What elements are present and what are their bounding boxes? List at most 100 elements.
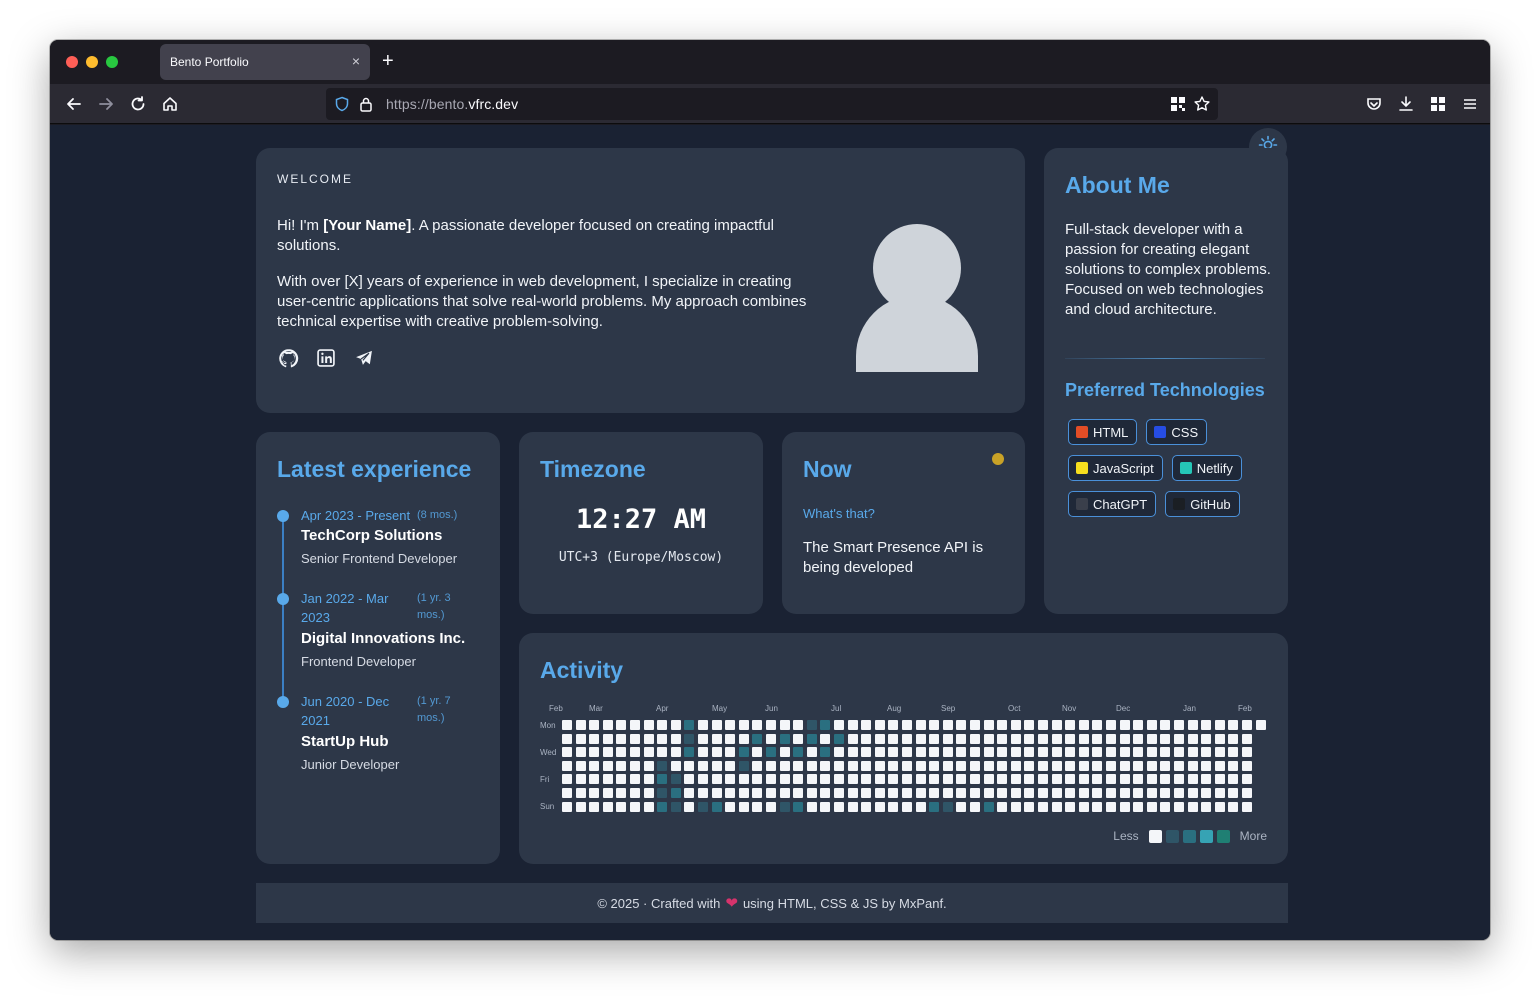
- activity-cell[interactable]: [1160, 733, 1171, 744]
- activity-cell[interactable]: [1051, 747, 1062, 758]
- activity-cell[interactable]: [874, 788, 885, 798]
- activity-cell[interactable]: [820, 788, 831, 798]
- activity-cell[interactable]: [1214, 788, 1225, 798]
- activity-cell[interactable]: [602, 760, 613, 771]
- activity-cell[interactable]: [670, 747, 681, 758]
- activity-cell[interactable]: [997, 720, 1008, 730]
- activity-cell[interactable]: [861, 774, 872, 785]
- activity-cell[interactable]: [874, 733, 885, 744]
- activity-cell[interactable]: [793, 747, 804, 758]
- activity-cell[interactable]: [1133, 733, 1144, 744]
- activity-cell[interactable]: [1051, 774, 1062, 785]
- activity-cell[interactable]: [820, 774, 831, 785]
- activity-cell[interactable]: [983, 801, 994, 812]
- activity-cell[interactable]: [725, 747, 736, 758]
- maximize-window-button[interactable]: [106, 56, 118, 68]
- activity-cell[interactable]: [1228, 788, 1239, 798]
- browser-tab[interactable]: Bento Portfolio ×: [160, 44, 370, 80]
- activity-cell[interactable]: [847, 760, 858, 771]
- activity-cell[interactable]: [929, 747, 940, 758]
- activity-cell[interactable]: [1214, 733, 1225, 744]
- activity-cell[interactable]: [1214, 747, 1225, 758]
- activity-cell[interactable]: [643, 747, 654, 758]
- activity-cell[interactable]: [847, 788, 858, 798]
- activity-cell[interactable]: [725, 801, 736, 812]
- activity-cell[interactable]: [1201, 733, 1212, 744]
- activity-cell[interactable]: [929, 760, 940, 771]
- activity-cell[interactable]: [698, 733, 708, 744]
- activity-cell[interactable]: [1133, 774, 1144, 785]
- activity-cell[interactable]: [630, 720, 640, 730]
- activity-cell[interactable]: [1092, 788, 1103, 798]
- activity-cell[interactable]: [806, 788, 817, 798]
- activity-cell[interactable]: [1051, 760, 1062, 771]
- activity-cell[interactable]: [915, 747, 926, 758]
- activity-cell[interactable]: [589, 760, 600, 771]
- activity-cell[interactable]: [1106, 788, 1116, 798]
- activity-cell[interactable]: [997, 760, 1008, 771]
- activity-cell[interactable]: [684, 733, 695, 744]
- activity-cell[interactable]: [1024, 774, 1035, 785]
- activity-cell[interactable]: [902, 788, 912, 798]
- activity-cell[interactable]: [1187, 760, 1198, 771]
- activity-cell[interactable]: [589, 720, 600, 730]
- activity-cell[interactable]: [847, 747, 858, 758]
- activity-cell[interactable]: [779, 720, 790, 730]
- activity-cell[interactable]: [711, 747, 722, 758]
- activity-cell[interactable]: [1214, 760, 1225, 771]
- activity-cell[interactable]: [1010, 788, 1021, 798]
- activity-cell[interactable]: [888, 788, 899, 798]
- activity-cell[interactable]: [616, 760, 627, 771]
- activity-cell[interactable]: [738, 774, 749, 785]
- activity-cell[interactable]: [616, 720, 627, 730]
- activity-cell[interactable]: [1228, 720, 1239, 730]
- activity-cell[interactable]: [616, 774, 627, 785]
- activity-cell[interactable]: [915, 720, 926, 730]
- activity-cell[interactable]: [820, 747, 831, 758]
- activity-cell[interactable]: [643, 760, 654, 771]
- activity-cell[interactable]: [589, 801, 600, 812]
- activity-cell[interactable]: [779, 760, 790, 771]
- activity-cell[interactable]: [684, 801, 695, 812]
- activity-cell[interactable]: [711, 801, 722, 812]
- activity-cell[interactable]: [766, 720, 776, 730]
- activity-cell[interactable]: [1092, 774, 1103, 785]
- activity-cell[interactable]: [983, 733, 994, 744]
- activity-cell[interactable]: [1160, 747, 1171, 758]
- activity-cell[interactable]: [779, 788, 790, 798]
- activity-cell[interactable]: [562, 720, 572, 730]
- activity-cell[interactable]: [1242, 720, 1252, 730]
- activity-cell[interactable]: [915, 774, 926, 785]
- activity-cell[interactable]: [738, 733, 749, 744]
- activity-cell[interactable]: [725, 733, 736, 744]
- activity-cell[interactable]: [779, 774, 790, 785]
- activity-cell[interactable]: [956, 774, 967, 785]
- extensions-icon[interactable]: [1428, 94, 1448, 114]
- activity-cell[interactable]: [1201, 774, 1212, 785]
- activity-cell[interactable]: [970, 801, 980, 812]
- activity-cell[interactable]: [630, 760, 640, 771]
- activity-cell[interactable]: [1065, 788, 1076, 798]
- activity-cell[interactable]: [1010, 760, 1021, 771]
- activity-cell[interactable]: [1146, 747, 1157, 758]
- activity-cell[interactable]: [1078, 733, 1089, 744]
- activity-cell[interactable]: [562, 760, 572, 771]
- activity-cell[interactable]: [1214, 774, 1225, 785]
- activity-cell[interactable]: [1187, 747, 1198, 758]
- activity-cell[interactable]: [643, 801, 654, 812]
- activity-cell[interactable]: [643, 733, 654, 744]
- activity-cell[interactable]: [1228, 801, 1239, 812]
- activity-cell[interactable]: [997, 788, 1008, 798]
- activity-cell[interactable]: [698, 747, 708, 758]
- activity-cell[interactable]: [738, 720, 749, 730]
- activity-cell[interactable]: [902, 760, 912, 771]
- activity-cell[interactable]: [956, 760, 967, 771]
- activity-cell[interactable]: [1242, 733, 1252, 744]
- activity-cell[interactable]: [942, 747, 953, 758]
- activity-cell[interactable]: [589, 774, 600, 785]
- activity-cell[interactable]: [1242, 788, 1252, 798]
- downloads-icon[interactable]: [1396, 94, 1416, 114]
- activity-cell[interactable]: [1010, 747, 1021, 758]
- activity-cell[interactable]: [1051, 801, 1062, 812]
- activity-cell[interactable]: [997, 733, 1008, 744]
